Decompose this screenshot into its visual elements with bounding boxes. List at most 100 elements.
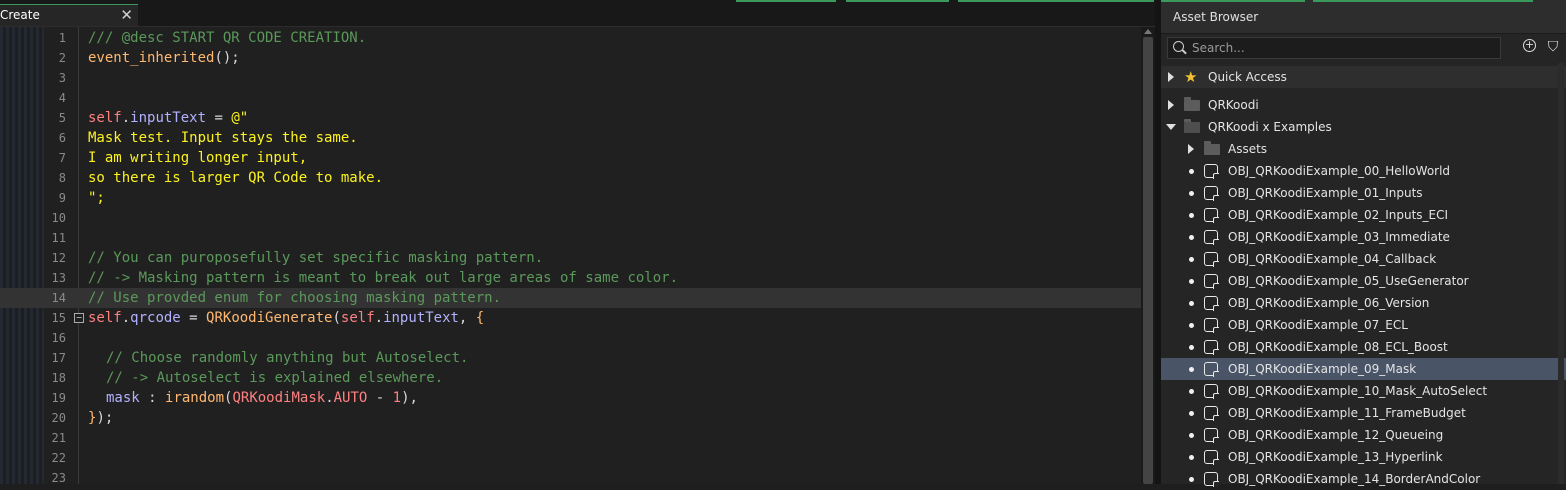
code-line[interactable]: 23	[0, 468, 1141, 488]
code-line[interactable]: 18 // -> Autoselect is explained elsewhe…	[0, 368, 1141, 388]
bullet-icon	[1189, 389, 1194, 394]
tree-item-object[interactable]: OBJ_QRKoodiExample_10_Mask_AutoSelect	[1161, 380, 1566, 402]
line-number: 20	[51, 411, 66, 425]
add-asset-icon[interactable]: +	[1523, 39, 1536, 52]
object-icon	[1204, 230, 1219, 245]
tree-label: OBJ_QRKoodiExample_00_HelloWorld	[1228, 164, 1451, 178]
code-token: self	[340, 310, 375, 326]
code-line[interactable]: 9 ";	[0, 188, 1141, 208]
tree-item-object[interactable]: OBJ_QRKoodiExample_14_BorderAndColor	[1161, 468, 1566, 490]
code-token: QRKoodiGenerate	[206, 310, 333, 326]
editor-vertical-scrollbar[interactable]	[1141, 27, 1155, 484]
tree-item-object[interactable]: OBJ_QRKoodiExample_11_FrameBudget	[1161, 402, 1566, 424]
bullet-icon	[1189, 301, 1194, 306]
code-line[interactable]: 3	[0, 68, 1141, 88]
code-token: self	[88, 110, 122, 126]
code-line[interactable]: 19 mask : irandom(QRKoodiMask.AUTO - 1),	[0, 388, 1141, 408]
code-token: event_inherited	[88, 50, 215, 66]
tree-label: Quick Access	[1208, 70, 1287, 84]
tree-label: OBJ_QRKoodiExample_05_UseGenerator	[1228, 274, 1469, 288]
code-line[interactable]: 22	[0, 448, 1141, 468]
tree-item-object[interactable]: OBJ_QRKoodiExample_12_Queueing	[1161, 424, 1566, 446]
code-line[interactable]: 5 self.inputText = @"	[0, 108, 1141, 128]
code-line[interactable]: 11	[0, 228, 1141, 248]
code-editor[interactable]: Create ✕ 1 /// @desc START QR CODE CREAT…	[0, 0, 1155, 485]
code-token: .	[121, 110, 131, 126]
tree-item-object[interactable]: OBJ_QRKoodiExample_01_Inputs	[1161, 182, 1566, 204]
code-token: mask	[106, 390, 140, 406]
code-line[interactable]: 7 I am writing longer input,	[0, 148, 1141, 168]
bullet-icon	[1189, 235, 1194, 240]
line-number: 17	[51, 351, 66, 365]
code-line[interactable]: 4	[0, 88, 1141, 108]
bullet-icon	[1189, 433, 1194, 438]
line-number: 11	[51, 231, 66, 245]
code-line[interactable]: 21	[0, 428, 1141, 448]
code-token: :	[139, 390, 166, 406]
tree-item-object[interactable]: OBJ_QRKoodiExample_08_ECL_Boost	[1161, 336, 1566, 358]
line-number: 14	[51, 291, 66, 305]
line-number: 9	[58, 191, 66, 205]
code-line[interactable]: 13 // -> Masking pattern is meant to bre…	[0, 268, 1141, 288]
code-line[interactable]: 1 /// @desc START QR CODE CREATION.	[0, 28, 1141, 48]
code-token: inputText	[130, 110, 207, 126]
code-line[interactable]: 12 // You can puroposefully set specific…	[0, 248, 1141, 268]
code-text: });	[88, 408, 113, 428]
code-line[interactable]: 16	[0, 328, 1141, 348]
expand-arrow-icon[interactable]	[1168, 100, 1174, 110]
tree-item-object[interactable]: OBJ_QRKoodiExample_00_HelloWorld	[1161, 160, 1566, 182]
code-text: mask : irandom(QRKoodiMask.AUTO - 1),	[106, 388, 418, 408]
tree-quick-access[interactable]: ★ Quick Access	[1161, 66, 1566, 88]
object-icon	[1204, 384, 1219, 399]
tree-group-qrkoodi[interactable]: QRKoodi	[1161, 94, 1566, 116]
tree-item-object-selected[interactable]: OBJ_QRKoodiExample_09_Mask	[1161, 358, 1566, 380]
tree-label: OBJ_QRKoodiExample_06_Version	[1228, 296, 1430, 310]
tree-item-object[interactable]: OBJ_QRKoodiExample_02_Inputs_ECI	[1161, 204, 1566, 226]
tree-item-object[interactable]: OBJ_QRKoodiExample_03_Immediate	[1161, 226, 1566, 248]
object-icon	[1204, 274, 1219, 289]
expand-arrow-icon[interactable]	[1188, 144, 1194, 154]
close-icon[interactable]: ✕	[120, 6, 133, 24]
folder-open-icon	[1184, 119, 1200, 133]
code-line[interactable]: 10	[0, 208, 1141, 228]
filter-icon[interactable]: ⛉	[1545, 39, 1561, 55]
tree-item-object[interactable]: OBJ_QRKoodiExample_07_ECL	[1161, 314, 1566, 336]
line-number: 21	[51, 431, 66, 445]
tree-group-qrkoodi-examples[interactable]: QRKoodi x Examples	[1161, 116, 1566, 138]
collapse-arrow-icon[interactable]	[1166, 124, 1176, 130]
line-number: 13	[51, 271, 66, 285]
tree-folder-assets[interactable]: Assets	[1161, 138, 1566, 160]
tree-label: OBJ_QRKoodiExample_07_ECL	[1228, 318, 1408, 332]
asset-search-box[interactable]	[1167, 37, 1501, 59]
code-line[interactable]: 8 so there is larger QR Code to make.	[0, 168, 1141, 188]
code-line-current[interactable]: 14 // Use provded enum for choosing mask…	[0, 288, 1141, 308]
code-line[interactable]: 6 Mask test. Input stays the same.	[0, 128, 1141, 148]
search-input[interactable]	[1192, 40, 1492, 56]
code-line[interactable]: 17 // Choose randomly anything but Autos…	[0, 348, 1141, 368]
code-text: self.inputText = @"	[88, 108, 248, 128]
asset-browser-scrollbar[interactable]	[1558, 63, 1564, 484]
bullet-icon	[1189, 411, 1194, 416]
tree-item-object[interactable]: OBJ_QRKoodiExample_13_Hyperlink	[1161, 446, 1566, 468]
tree-item-object[interactable]: OBJ_QRKoodiExample_06_Version	[1161, 292, 1566, 314]
editor-tab-strip: Create ✕	[0, 0, 1155, 27]
tree-item-object[interactable]: OBJ_QRKoodiExample_04_Callback	[1161, 248, 1566, 270]
tab-create[interactable]: Create ✕	[0, 4, 138, 26]
code-text: /// @desc START QR CODE CREATION.	[88, 30, 367, 46]
scrollbar-thumb[interactable]	[1143, 37, 1153, 484]
fold-toggle-icon[interactable]: −	[74, 313, 84, 323]
scroll-up-arrow-icon[interactable]	[1144, 29, 1152, 34]
code-token: =	[206, 110, 232, 126]
object-icon	[1204, 318, 1219, 333]
expand-arrow-icon[interactable]	[1168, 72, 1174, 82]
code-line[interactable]: 15 − self.qrcode = QRKoodiGenerate(self.…	[0, 308, 1141, 328]
tree-label: OBJ_QRKoodiExample_13_Hyperlink	[1228, 450, 1443, 464]
code-text: // -> Autoselect is explained elsewhere.	[106, 370, 444, 386]
object-icon	[1204, 296, 1219, 311]
code-token: irandom	[165, 390, 225, 406]
object-icon	[1204, 164, 1219, 179]
code-line[interactable]: 20 });	[0, 408, 1141, 428]
code-line[interactable]: 2 event_inherited();	[0, 48, 1141, 68]
tree-item-object[interactable]: OBJ_QRKoodiExample_05_UseGenerator	[1161, 270, 1566, 292]
code-token: .	[121, 310, 131, 326]
